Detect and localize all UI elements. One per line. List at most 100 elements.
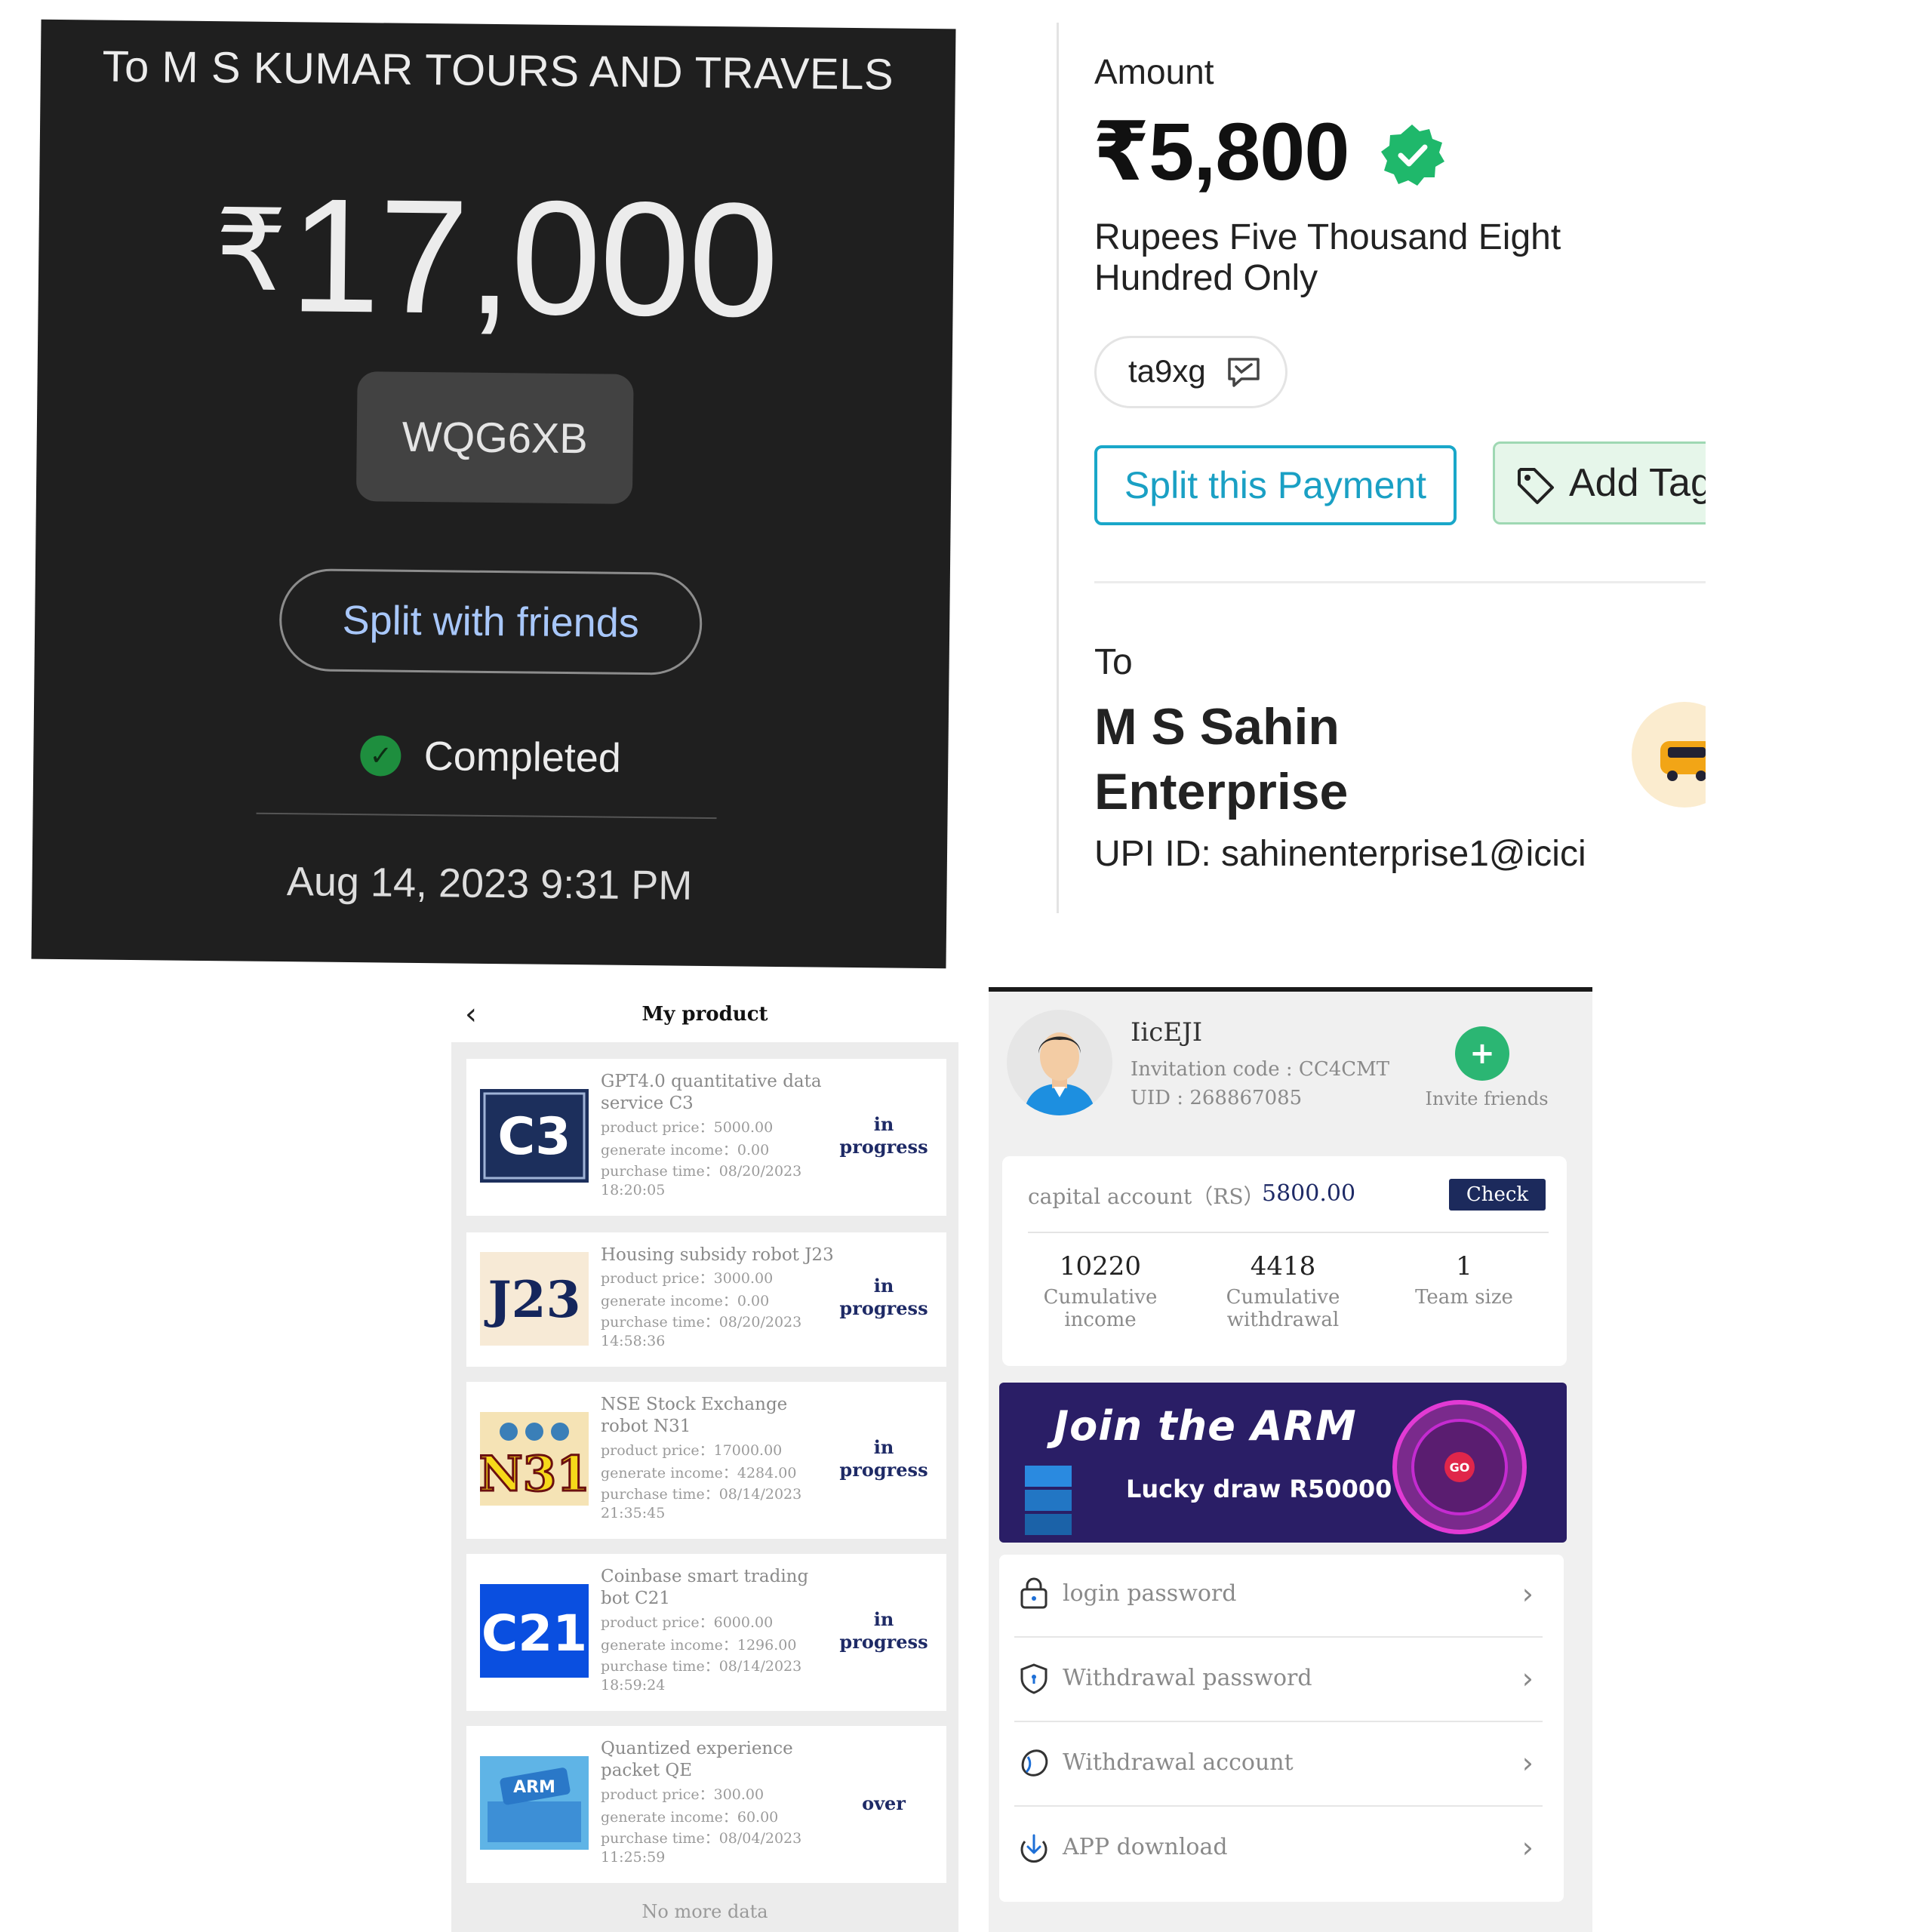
add-tag-label: Add Tag [1569, 461, 1706, 505]
product-thumbnail-n31: N31 [480, 1412, 589, 1506]
currency-symbol: ₹ [214, 186, 287, 315]
stat-cumulative-withdrawal: 4418 Cumulative withdrawal [1200, 1251, 1366, 1331]
product-price: product price：300.00 [601, 1786, 764, 1803]
list-footer: No more data [641, 1901, 768, 1922]
product-thumbnail-j23: J23 [480, 1252, 589, 1346]
product-thumbnail-c3: C3 [480, 1089, 589, 1183]
chevron-right-icon: › [1521, 1577, 1534, 1611]
add-friend-icon[interactable]: + [1455, 1026, 1509, 1081]
purchase-time: purchase time：08/14/2023 [601, 1486, 802, 1503]
status-badge: over [862, 1792, 906, 1814]
merchant-logo [1632, 702, 1706, 808]
product-card[interactable]: ARM Quantized experience packet QE produ… [466, 1726, 946, 1883]
purchase-time-clock: 14:58:36 [601, 1333, 666, 1349]
status-row: ✓ Completed [33, 729, 949, 786]
stat-cumulative-income: 10220 Cumulative income [1017, 1251, 1183, 1331]
bus-icon [1660, 741, 1706, 781]
stat-label: Cumulative withdrawal [1226, 1286, 1340, 1331]
lock-icon [1020, 1577, 1048, 1609]
svg-text:J23: J23 [484, 1270, 580, 1329]
menu-item-app-download[interactable]: APP download › [999, 1808, 1564, 1891]
page-title: My product [641, 1003, 768, 1026]
product-name: Housing subsidy robot J23 [601, 1245, 834, 1265]
purchase-time: purchase time：08/14/2023 [601, 1658, 802, 1675]
payment-detail-light: Amount ₹5,800 Rupees Five Thousand Eight… [1057, 23, 1706, 917]
to-label: To [1094, 642, 1133, 682]
purchase-time: purchase time：08/20/2023 [601, 1314, 802, 1331]
stat-value: 10220 [1059, 1251, 1142, 1281]
tag-icon [1518, 468, 1554, 504]
account-profile-screen: IicEJI Invitation code : CC4CMT UID : 26… [989, 987, 1592, 1932]
shield-icon [1020, 1663, 1048, 1694]
product-price: product price：6000.00 [601, 1614, 774, 1631]
split-with-friends-button[interactable]: Split with friends [278, 568, 703, 675]
product-card[interactable]: C3 GPT4.0 quantitative data service C3 p… [466, 1059, 946, 1216]
stat-team-size: 1 Team size [1381, 1251, 1547, 1309]
menu-label: APP download [1063, 1834, 1228, 1860]
message-icon [1228, 358, 1260, 387]
prize-wheel-icon: GO [1392, 1400, 1527, 1534]
product-meta: product price：6000.00 generate income：12… [601, 1611, 835, 1694]
amount-value: 17,000 [288, 164, 779, 351]
product-name: GPT4.0 quantitative data service C3 [601, 1072, 822, 1113]
menu-item-withdrawal-password[interactable]: Withdrawal password › [999, 1639, 1564, 1722]
banner-title: Join the ARM [1054, 1402, 1357, 1450]
product-card[interactable]: C21 Coinbase smart trading bot C21 produ… [466, 1554, 946, 1711]
svg-text:N31: N31 [480, 1446, 589, 1503]
check-button[interactable]: Check [1449, 1179, 1546, 1211]
product-name: Quantized experience packet QE [601, 1739, 793, 1780]
amount-value: ₹5,800 [1093, 106, 1349, 197]
settings-menu: login password › Withdrawal password › W… [999, 1555, 1564, 1902]
my-product-screen: ‹ My product C3 GPT4.0 quantitative data… [451, 986, 958, 1932]
add-tag-button[interactable]: Add Tag [1493, 441, 1706, 525]
menu-item-withdrawal-account[interactable]: Withdrawal account › [999, 1724, 1564, 1807]
payment-receipt-dark: To M S KUMAR TOURS AND TRAVELS ₹17,000 W… [31, 19, 956, 969]
invite-friends-label[interactable]: Invite friends [1419, 1088, 1555, 1109]
product-meta: product price：17000.00 generate income：4… [601, 1439, 835, 1522]
product-price: product price：5000.00 [601, 1119, 774, 1136]
menu-item-login-password[interactable]: login password › [999, 1555, 1564, 1638]
purchase-time-clock: 21:35:45 [601, 1505, 666, 1521]
divider [1014, 1805, 1543, 1807]
product-card[interactable]: N31 NSE Stock Exchange robot N31 product… [466, 1382, 946, 1539]
transaction-code: WQG6XB [355, 371, 634, 504]
product-card[interactable]: J23 Housing subsidy robot J23 product pr… [466, 1232, 946, 1367]
verified-badge-icon [1381, 125, 1444, 186]
wallet-icon [1021, 1749, 1048, 1777]
chevron-right-icon: › [1521, 1746, 1534, 1780]
svg-text:GO: GO [1450, 1460, 1470, 1475]
generated-income: generate income：1296.00 [601, 1637, 797, 1654]
download-icon [1020, 1834, 1048, 1863]
upi-id: UPI ID: sahinenterprise1@icici [1094, 834, 1586, 874]
banner-subtitle: Lucky draw R50000 [1126, 1475, 1392, 1503]
divider [1014, 1721, 1543, 1722]
product-price: product price：3000.00 [601, 1270, 774, 1287]
top-border [989, 987, 1592, 992]
check-circle-icon: ✓ [360, 735, 402, 777]
purchase-time-clock: 18:59:24 [601, 1677, 666, 1694]
product-thumbnail-arm: ARM [480, 1756, 589, 1850]
payee-name: M S Sahin Enterprise [1094, 698, 1349, 820]
product-meta: product price：5000.00 generate income：0.… [601, 1116, 835, 1199]
note-chip[interactable]: ta9xg [1094, 336, 1287, 408]
invitation-code: Invitation code : CC4CMT [1131, 1058, 1390, 1081]
server-stack-icon [1025, 1466, 1072, 1535]
username: IicEJI [1131, 1017, 1203, 1048]
transaction-datetime: Aug 14, 2023 9:31 PM [286, 859, 693, 909]
product-thumbnail-c21: C21 [480, 1584, 589, 1678]
chevron-right-icon: › [1521, 1662, 1534, 1695]
recipient-line: To M S KUMAR TOURS AND TRAVELS [102, 42, 894, 100]
capital-account-label: capital account（RS） [1028, 1184, 1265, 1209]
split-payment-button[interactable]: Split this Payment [1094, 445, 1457, 525]
generated-income: generate income：0.00 [601, 1142, 770, 1158]
amount-in-words: Rupees Five Thousand Eight Hundred Only [1094, 217, 1561, 298]
product-name: Coinbase smart trading bot C21 [601, 1567, 809, 1608]
product-meta: product price：3000.00 generate income：0.… [601, 1267, 835, 1350]
product-meta: product price：300.00 generate income：60.… [601, 1783, 835, 1866]
lucky-draw-banner[interactable]: Join the ARM Lucky draw R50000 GO [999, 1383, 1567, 1543]
stat-label: Team size [1415, 1286, 1513, 1309]
status-badge: in progress [839, 1608, 928, 1653]
note-text: ta9xg [1128, 353, 1206, 389]
capital-account-card: capital account（RS） 5800.00 Check 10220 … [1002, 1156, 1567, 1366]
divider [1094, 581, 1706, 583]
